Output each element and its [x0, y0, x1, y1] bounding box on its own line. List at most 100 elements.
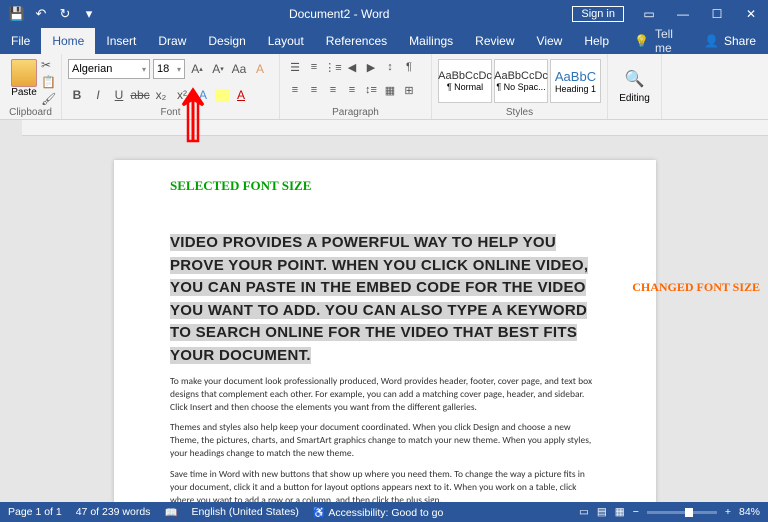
font-size-value: 18	[157, 63, 169, 75]
page-count[interactable]: Page 1 of 1	[8, 506, 62, 518]
sign-in-button[interactable]: Sign in	[572, 6, 624, 22]
style-name: Heading 1	[555, 84, 596, 94]
close-icon[interactable]: ✕	[734, 0, 768, 28]
tab-review[interactable]: Review	[464, 28, 525, 54]
text-effects-icon[interactable]: A	[194, 86, 212, 104]
language[interactable]: English (United States)	[192, 506, 299, 518]
align-right-icon[interactable]: ≡	[324, 82, 342, 98]
title-bar: 💾 ↶ ↻ ▾ Document2 - Word Sign in ▭ — ☐ ✕	[0, 0, 768, 28]
justify-icon[interactable]: ≡	[343, 82, 361, 98]
zoom-out-icon[interactable]: −	[633, 506, 639, 518]
tab-draw[interactable]: Draw	[147, 28, 197, 54]
copy-icon[interactable]: 📋	[41, 75, 57, 89]
group-paragraph: ☰ ≡ ⋮≡ ◀ ▶ ↕ ¶ ≡ ≡ ≡ ≡ ↕≡ ▦ ⊞ Paragraph	[280, 54, 432, 119]
editing-label: Editing	[619, 93, 650, 104]
highlight-icon[interactable]	[215, 89, 229, 102]
align-left-icon[interactable]: ≡	[286, 82, 304, 98]
font-color-icon[interactable]: A	[232, 86, 250, 104]
superscript-button[interactable]: x²	[173, 86, 191, 104]
font-size-input[interactable]: 18▾	[153, 59, 185, 79]
tab-design[interactable]: Design	[197, 28, 256, 54]
document-large-text[interactable]: Video provides a powerful way to help yo…	[170, 232, 600, 367]
paste-label: Paste	[11, 87, 37, 98]
save-icon[interactable]: 💾	[6, 3, 28, 25]
italic-button[interactable]: I	[89, 86, 107, 104]
ribbon-options-icon[interactable]: ▭	[632, 0, 666, 28]
show-marks-icon[interactable]: ¶	[400, 59, 418, 75]
document-paragraph[interactable]: To make your document look professionall…	[170, 375, 600, 413]
style-normal[interactable]: AaBbCcDc ¶ Normal	[438, 59, 492, 103]
style-preview: AaBbCcDc	[438, 70, 492, 82]
strikethrough-button[interactable]: abc	[131, 86, 149, 104]
tab-insert[interactable]: Insert	[95, 28, 147, 54]
share-button[interactable]: 👤 Share	[692, 34, 768, 48]
lightbulb-icon: 💡	[634, 34, 649, 48]
tab-view[interactable]: View	[526, 28, 574, 54]
paste-button[interactable]: Paste	[6, 56, 42, 98]
qat-more-icon[interactable]: ▾	[78, 3, 100, 25]
undo-icon[interactable]: ↶	[30, 3, 52, 25]
multilevel-icon[interactable]: ⋮≡	[324, 59, 342, 75]
align-center-icon[interactable]: ≡	[305, 82, 323, 98]
format-painter-icon[interactable]: 🖌	[41, 92, 57, 106]
document-paragraph[interactable]: Themes and styles also help keep your do…	[170, 421, 600, 459]
view-print-icon[interactable]: ▤	[597, 506, 607, 518]
line-spacing-icon[interactable]: ↕≡	[362, 82, 380, 98]
zoom-slider[interactable]	[647, 511, 717, 514]
minimize-icon[interactable]: —	[666, 0, 700, 28]
subscript-button[interactable]: x₂	[152, 86, 170, 104]
underline-button[interactable]: U	[110, 86, 128, 104]
spell-check-icon[interactable]: 📖	[164, 506, 177, 519]
shading-icon[interactable]: ▦	[381, 82, 399, 98]
clipboard-icon	[11, 59, 37, 87]
group-font: Algerian▾ 18▾ A▴ A▾ Aa A B I U abc x₂ x²…	[62, 54, 280, 119]
borders-icon[interactable]: ⊞	[400, 82, 418, 98]
grow-font-icon[interactable]: A▴	[188, 60, 206, 78]
decrease-indent-icon[interactable]: ◀	[343, 59, 361, 75]
style-preview: AaBbC	[555, 69, 596, 84]
bold-button[interactable]: B	[68, 86, 86, 104]
maximize-icon[interactable]: ☐	[700, 0, 734, 28]
zoom-in-icon[interactable]: +	[725, 506, 731, 518]
group-styles: AaBbCcDc ¶ Normal AaBbCcDc ¶ No Spac... …	[432, 54, 608, 119]
style-name: ¶ No Spac...	[496, 82, 545, 92]
style-no-spacing[interactable]: AaBbCcDc ¶ No Spac...	[494, 59, 548, 103]
change-case-icon[interactable]: Aa	[230, 60, 248, 78]
status-bar: Page 1 of 1 47 of 239 words 📖 English (U…	[0, 502, 768, 522]
tab-file[interactable]: File	[0, 28, 41, 54]
page[interactable]: SELECTED FONT SIZE Video provides a powe…	[114, 160, 656, 502]
redo-icon[interactable]: ↻	[54, 3, 76, 25]
word-count[interactable]: 47 of 239 words	[76, 506, 151, 518]
shrink-font-icon[interactable]: A▾	[209, 60, 227, 78]
accessibility[interactable]: ♿ Accessibility: Good to go	[313, 506, 443, 519]
group-editing: 🔍 Editing	[608, 54, 662, 119]
group-clipboard: Paste ✂ 📋 🖌 Clipboard	[0, 54, 62, 119]
view-web-icon[interactable]: ▦	[615, 506, 625, 518]
tab-mailings[interactable]: Mailings	[398, 28, 464, 54]
increase-indent-icon[interactable]: ▶	[362, 59, 380, 75]
tab-layout[interactable]: Layout	[257, 28, 315, 54]
tell-me-label: Tell me	[655, 27, 692, 55]
tab-help[interactable]: Help	[573, 28, 620, 54]
clear-format-icon[interactable]: A	[251, 60, 269, 78]
tell-me-search[interactable]: 💡 Tell me	[620, 27, 692, 55]
document-paragraph[interactable]: Save time in Word with new buttons that …	[170, 468, 600, 502]
selected-text: Video provides a powerful way to help yo…	[170, 234, 588, 364]
style-heading1[interactable]: AaBbC Heading 1	[550, 59, 601, 103]
accessibility-label: Accessibility: Good to go	[328, 507, 443, 519]
font-name-input[interactable]: Algerian▾	[68, 59, 150, 79]
cut-icon[interactable]: ✂	[41, 58, 57, 72]
numbering-icon[interactable]: ≡	[305, 59, 323, 75]
zoom-level[interactable]: 84%	[739, 506, 760, 518]
annotation-side: CHANGED FONT SIZE	[632, 280, 760, 295]
bullets-icon[interactable]: ☰	[286, 59, 304, 75]
find-icon[interactable]: 🔍	[625, 69, 645, 89]
group-title: Styles	[432, 107, 607, 118]
window-title: Document2 - Word	[106, 7, 572, 21]
tab-home[interactable]: Home	[41, 28, 95, 54]
view-read-icon[interactable]: ▭	[579, 506, 589, 518]
tab-references[interactable]: References	[315, 28, 398, 54]
group-title: Clipboard	[0, 107, 61, 118]
font-name-value: Algerian	[72, 63, 112, 75]
sort-icon[interactable]: ↕	[381, 59, 399, 75]
